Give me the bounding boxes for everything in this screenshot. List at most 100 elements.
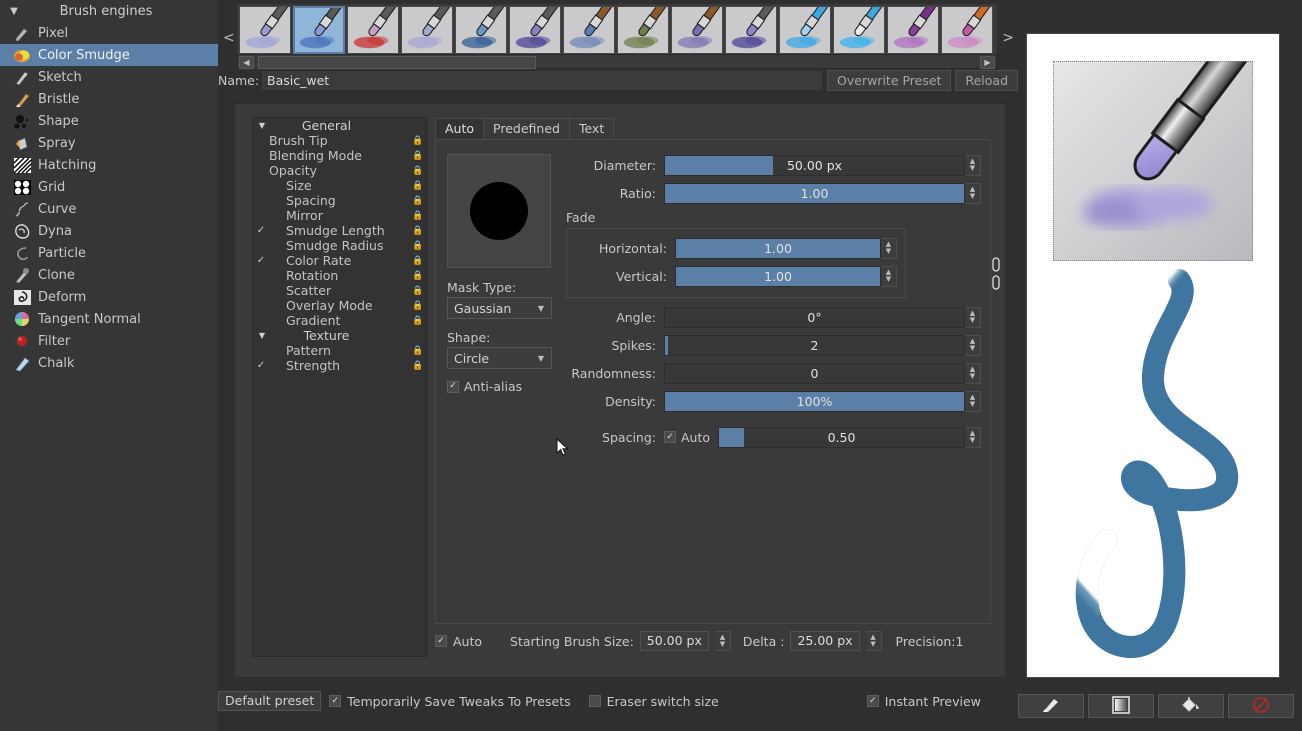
spikes-slider[interactable]: 2 — [664, 335, 965, 356]
tree-item-scatter[interactable]: Scatter🔒 — [253, 283, 426, 298]
antialias-checkbox[interactable]: ✓ — [447, 381, 459, 393]
sidebar-item-grid[interactable]: Grid — [0, 176, 218, 198]
preset-thumbnail[interactable] — [401, 6, 453, 54]
sidebar-item-bristle[interactable]: Bristle — [0, 88, 218, 110]
lock-icon[interactable]: 🔒 — [410, 136, 426, 146]
tree-item-checkbox[interactable]: ✓ — [253, 255, 269, 266]
ratio-slider[interactable]: 1.00 — [664, 183, 965, 204]
fade-horizontal-slider-spinner[interactable]: ▲▼ — [881, 238, 897, 259]
tree-item-spacing[interactable]: Spacing🔒 — [253, 193, 426, 208]
preset-thumbnail[interactable] — [941, 6, 993, 54]
preset-thumbnail[interactable] — [833, 6, 885, 54]
tree-item-overlay-mode[interactable]: Overlay Mode🔒 — [253, 298, 426, 313]
tree-item-color-rate[interactable]: ✓Color Rate🔒 — [253, 253, 426, 268]
preset-thumbnail[interactable] — [617, 6, 669, 54]
tree-item-smudge-length[interactable]: ✓Smudge Length🔒 — [253, 223, 426, 238]
lock-icon[interactable]: 🔒 — [410, 226, 426, 236]
spacing-slider[interactable]: 0.50 — [718, 427, 965, 448]
lock-icon[interactable]: 🔒 — [410, 151, 426, 161]
spikes-slider-spinner[interactable]: ▲▼ — [965, 335, 981, 356]
tree-item-brush-tip[interactable]: Brush Tip🔒 — [253, 133, 426, 148]
lock-icon[interactable]: 🔒 — [410, 241, 426, 251]
fade-vertical-slider-spinner[interactable]: ▲▼ — [881, 266, 897, 287]
preset-scroll-right-icon[interactable]: > — [1002, 30, 1014, 46]
mask-type-select[interactable]: Gaussian ▼ — [447, 297, 552, 319]
lock-icon[interactable]: 🔒 — [410, 271, 426, 281]
randomness-slider[interactable]: 0 — [664, 363, 965, 384]
tree-item-rotation[interactable]: Rotation🔒 — [253, 268, 426, 283]
sidebar-item-clone[interactable]: Clone — [0, 264, 218, 286]
broken-chain-icon[interactable] — [989, 254, 1003, 294]
preset-scroll-left-icon[interactable]: < — [223, 30, 235, 46]
preset-scrollbar[interactable]: ◀ ▶ — [237, 54, 997, 69]
randomness-slider-spinner[interactable]: ▲▼ — [965, 363, 981, 384]
overwrite-preset-button[interactable]: Overwrite Preset — [827, 70, 951, 91]
tree-item-blending-mode[interactable]: Blending Mode🔒 — [253, 148, 426, 163]
sidebar-item-deform[interactable]: Deform — [0, 286, 218, 308]
preset-thumbnail[interactable] — [725, 6, 777, 54]
preset-thumbnail[interactable] — [779, 6, 831, 54]
gradient-tool[interactable] — [1088, 694, 1154, 718]
density-slider-spinner[interactable]: ▲▼ — [965, 391, 981, 412]
tree-item-mirror[interactable]: Mirror🔒 — [253, 208, 426, 223]
delta-input[interactable]: 25.00 px — [790, 631, 859, 651]
sidebar-item-shape[interactable]: Shape — [0, 110, 218, 132]
sidebar-item-filter[interactable]: Filter — [0, 330, 218, 352]
sidebar-item-particle[interactable]: Particle — [0, 242, 218, 264]
preset-thumbnail[interactable] — [563, 6, 615, 54]
scrollbar-thumb[interactable] — [258, 56, 536, 69]
angle-slider-spinner[interactable]: ▲▼ — [965, 307, 981, 328]
lock-icon[interactable]: 🔒 — [410, 166, 426, 176]
tree-item-opacity[interactable]: Opacity🔒 — [253, 163, 426, 178]
temp-save-checkbox[interactable]: ✓ — [329, 695, 341, 707]
tab-predefined[interactable]: Predefined — [483, 118, 570, 139]
tree-item-pattern[interactable]: Pattern🔒 — [253, 343, 426, 358]
brush-preview-panel[interactable] — [1026, 33, 1280, 678]
tab-auto[interactable]: Auto — [435, 118, 484, 139]
preset-thumbnail[interactable] — [347, 6, 399, 54]
delta-spinner[interactable]: ▲▼ — [866, 631, 882, 651]
eraser-switch-checkbox[interactable] — [589, 695, 601, 707]
preset-thumbnail[interactable] — [887, 6, 939, 54]
preset-thumbnail[interactable] — [455, 6, 507, 54]
sidebar-item-color-smudge[interactable]: Color Smudge — [0, 44, 218, 66]
sidebar-item-spray[interactable]: Spray — [0, 132, 218, 154]
scrollbar-right-arrow-icon[interactable]: ▶ — [980, 56, 995, 69]
spacing-spinner[interactable]: ▲▼ — [965, 427, 981, 448]
sidebar-item-chalk[interactable]: Chalk — [0, 352, 218, 374]
density-slider[interactable]: 100% — [664, 391, 965, 412]
angle-slider[interactable]: 0° — [664, 307, 965, 328]
preset-thumbnail[interactable] — [671, 6, 723, 54]
fade-vertical-slider[interactable]: 1.00 — [675, 266, 881, 287]
lock-icon[interactable]: 🔒 — [410, 181, 426, 191]
sidebar-item-dyna[interactable]: Dyna — [0, 220, 218, 242]
default-preset-button[interactable]: Default preset — [218, 691, 321, 711]
fade-horizontal-slider[interactable]: 1.00 — [675, 238, 881, 259]
starting-brush-size-input[interactable]: 50.00 px — [640, 631, 709, 651]
paint-brush-tool[interactable] — [1018, 694, 1084, 718]
tree-item-gradient[interactable]: Gradient🔒 — [253, 313, 426, 328]
shape-select[interactable]: Circle ▼ — [447, 347, 552, 369]
preset-thumbnail[interactable] — [239, 6, 291, 54]
lock-icon[interactable]: 🔒 — [410, 361, 426, 371]
antialias-checkbox-row[interactable]: ✓ Anti-alias — [447, 379, 567, 394]
fill-tool[interactable] — [1158, 694, 1224, 718]
tree-group-texture[interactable]: ▼Texture — [253, 328, 426, 343]
sidebar-item-hatching[interactable]: Hatching — [0, 154, 218, 176]
scrollbar-left-arrow-icon[interactable]: ◀ — [239, 56, 254, 69]
brush-engines-header[interactable]: ▼ Brush engines — [0, 0, 218, 22]
ratio-slider-spinner[interactable]: ▲▼ — [965, 183, 981, 204]
diameter-slider[interactable]: 50.00 px — [664, 155, 965, 176]
lock-icon[interactable]: 🔒 — [410, 256, 426, 266]
starting-brush-size-spinner[interactable]: ▲▼ — [715, 631, 731, 651]
lock-icon[interactable]: 🔒 — [410, 301, 426, 311]
reload-button[interactable]: Reload — [955, 70, 1018, 91]
instant-preview-checkbox[interactable]: ✓ — [867, 695, 879, 707]
preset-name-input[interactable]: Basic_wet — [261, 70, 823, 91]
lock-icon[interactable]: 🔒 — [410, 196, 426, 206]
preset-thumbnail[interactable] — [509, 6, 561, 54]
no-paint-tool[interactable] — [1228, 694, 1294, 718]
sidebar-item-pixel[interactable]: Pixel — [0, 22, 218, 44]
lock-icon[interactable]: 🔒 — [410, 286, 426, 296]
tree-item-smudge-radius[interactable]: Smudge Radius🔒 — [253, 238, 426, 253]
